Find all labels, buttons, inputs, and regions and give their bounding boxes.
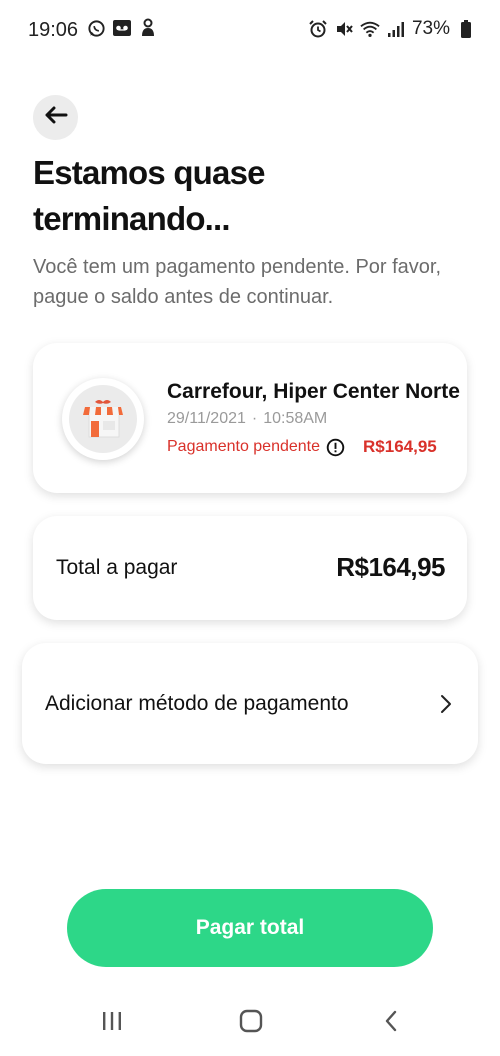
wifi-icon [360, 19, 380, 39]
mute-icon [334, 19, 354, 39]
pending-order-card[interactable]: Carrefour, Hiper Center Norte 29/11/2021… [33, 343, 467, 493]
alarm-icon [308, 19, 328, 39]
page-subtitle: Você tem um pagamento pendente. Por favo… [33, 256, 442, 308]
battery-percent: 73% [411, 18, 450, 39]
order-meta-separator: · [251, 410, 258, 427]
add-payment-method-label: Adicionar método de pagamento [45, 692, 349, 715]
status-notification-icons [86, 18, 158, 38]
status-badge: Pagamento pendente [167, 438, 321, 455]
system-nav-bar [0, 990, 500, 1056]
total-card: Total a pagar R$164,95 [33, 516, 467, 620]
whatsapp-icon [86, 18, 106, 38]
pending-amount: R$164,95 [363, 437, 437, 456]
battery-icon [456, 19, 476, 39]
status-system-icons: 73% [308, 18, 476, 40]
home-icon[interactable] [231, 1006, 271, 1036]
vpn-icon [138, 18, 158, 38]
status-time: 19:06 [28, 19, 79, 41]
pay-total-button[interactable]: Pagar total [67, 889, 433, 967]
voicemail-icon [112, 18, 132, 38]
order-status-row: Pagamento pendente R$164,95 [167, 437, 437, 457]
order-date: 29/11/2021 [167, 410, 246, 427]
info-icon[interactable] [326, 438, 345, 457]
status-bar: 19:06 73% [0, 0, 500, 62]
chevron-right-icon [438, 693, 454, 715]
order-time: 10:58AM [263, 410, 328, 427]
recent-apps-icon[interactable] [92, 1006, 132, 1036]
add-payment-method-button[interactable]: Adicionar método de pagamento [22, 643, 478, 764]
back-button[interactable] [33, 95, 78, 140]
store-logo [62, 378, 144, 460]
storefront-icon [69, 385, 137, 453]
total-value: R$164,95 [336, 552, 445, 582]
back-icon[interactable] [371, 1006, 411, 1036]
store-name: Carrefour, Hiper Center Norte [167, 380, 460, 403]
total-label: Total a pagar [56, 556, 178, 579]
order-datetime: 29/11/2021 · 10:58AM [167, 410, 327, 428]
arrow-left-icon [44, 106, 68, 129]
signal-icon [386, 19, 406, 39]
page-title: Estamos quase terminando... [33, 154, 266, 237]
